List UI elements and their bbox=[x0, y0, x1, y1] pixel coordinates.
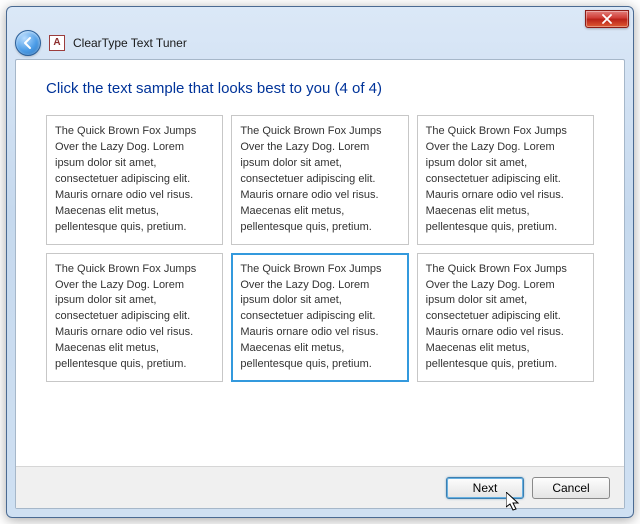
text-sample-2[interactable]: The Quick Brown Fox Jumps Over the Lazy … bbox=[231, 115, 408, 245]
text-sample-4[interactable]: The Quick Brown Fox Jumps Over the Lazy … bbox=[46, 253, 223, 383]
next-button[interactable]: Next bbox=[446, 477, 524, 499]
content-panel: Click the text sample that looks best to… bbox=[15, 59, 625, 509]
sample-grid: The Quick Brown Fox Jumps Over the Lazy … bbox=[46, 115, 594, 382]
text-sample-5[interactable]: The Quick Brown Fox Jumps Over the Lazy … bbox=[231, 253, 408, 383]
text-sample-6[interactable]: The Quick Brown Fox Jumps Over the Lazy … bbox=[417, 253, 594, 383]
back-button[interactable] bbox=[15, 30, 41, 56]
window-title: ClearType Text Tuner bbox=[73, 36, 187, 50]
header-strip: A ClearType Text Tuner bbox=[7, 29, 633, 57]
cancel-button[interactable]: Cancel bbox=[532, 477, 610, 499]
app-icon: A bbox=[49, 35, 65, 51]
text-sample-3[interactable]: The Quick Brown Fox Jumps Over the Lazy … bbox=[417, 115, 594, 245]
close-icon bbox=[602, 14, 612, 24]
dialog-window: A ClearType Text Tuner Click the text sa… bbox=[6, 6, 634, 518]
close-button[interactable] bbox=[585, 10, 629, 28]
button-bar: Next Cancel bbox=[16, 466, 624, 508]
back-arrow-icon bbox=[21, 36, 35, 50]
instruction-text: Click the text sample that looks best to… bbox=[46, 80, 594, 97]
content-area: Click the text sample that looks best to… bbox=[16, 60, 624, 466]
text-sample-1[interactable]: The Quick Brown Fox Jumps Over the Lazy … bbox=[46, 115, 223, 245]
